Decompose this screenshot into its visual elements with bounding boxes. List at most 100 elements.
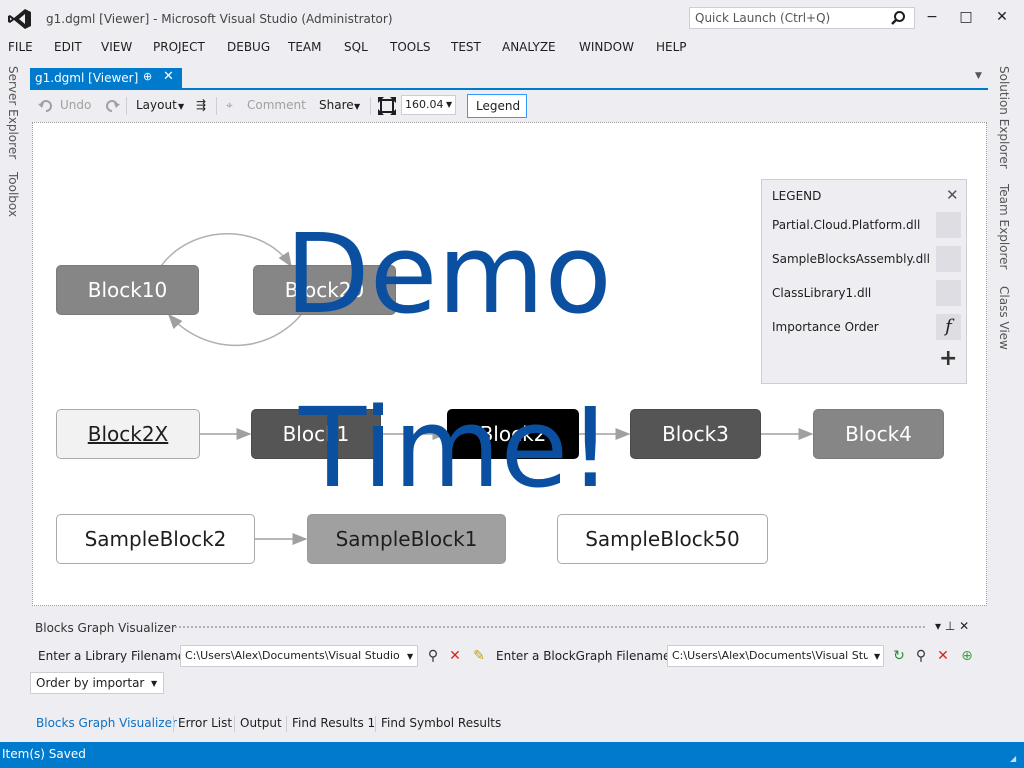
- legend-swatch[interactable]: [936, 246, 961, 272]
- tool-window-grip[interactable]: [175, 626, 925, 630]
- zoom-dropdown-icon[interactable]: ▼: [446, 100, 452, 109]
- status-text: Item(s) Saved: [2, 747, 86, 761]
- tool-window-title: Blocks Graph Visualizer: [35, 621, 176, 635]
- menu-bar: FILE EDIT VIEW PROJECT DEBUG TEAM SQL TO…: [0, 36, 1024, 60]
- title-bar: g1.dgml [Viewer] - Microsoft Visual Stud…: [0, 0, 1024, 36]
- legend-item[interactable]: ClassLibrary1.dll: [772, 286, 871, 300]
- order-by-value: Order by importar: [36, 676, 145, 690]
- share-button[interactable]: Share: [319, 98, 354, 112]
- resize-grip-icon[interactable]: ◢: [1010, 754, 1016, 763]
- tab-error-list[interactable]: Error List: [178, 712, 232, 734]
- menu-team[interactable]: TEAM: [288, 40, 321, 54]
- add-legend-item-icon[interactable]: +: [939, 346, 957, 371]
- tab-server-explorer[interactable]: Server Explorer: [6, 66, 20, 159]
- blocks-graph-visualizer-window: Blocks Graph Visualizer ▾ ⊥ ✕ Enter a Li…: [30, 608, 988, 740]
- legend-title: LEGEND: [772, 189, 822, 203]
- menu-edit[interactable]: EDIT: [54, 40, 82, 54]
- tool-window-controls[interactable]: ▾ ⊥ ✕: [935, 619, 969, 633]
- refresh-graph-icon[interactable]: ↻: [890, 647, 908, 665]
- library-filename-input[interactable]: C:\Users\Alex\Documents\Visual Studio ▼: [180, 645, 418, 667]
- zoom-value: 160.04: [405, 98, 444, 111]
- close-tab-icon[interactable]: ✕: [163, 69, 174, 84]
- library-filename-value: C:\Users\Alex\Documents\Visual Studio: [185, 649, 400, 662]
- legend-close-icon[interactable]: ✕: [946, 186, 959, 204]
- minimize-button[interactable]: −: [922, 8, 942, 26]
- order-by-select[interactable]: Order by importar ▼: [30, 672, 164, 694]
- graph-node-sampleblock2[interactable]: SampleBlock2: [56, 514, 255, 564]
- blockgraph-filename-label: Enter a BlockGraph Filename: [496, 649, 671, 663]
- graph-node-block10[interactable]: Block10: [56, 265, 199, 315]
- layout-button[interactable]: Layout: [136, 98, 177, 112]
- toolbar-separator: [216, 97, 217, 115]
- legend-item[interactable]: Importance Order: [772, 320, 879, 334]
- remove-library-icon[interactable]: ✕: [446, 647, 464, 665]
- tab-blocks-graph-visualizer[interactable]: Blocks Graph Visualizer: [36, 712, 177, 734]
- add-blockgraph-icon[interactable]: ⊕: [958, 647, 976, 665]
- layout-options-icon[interactable]: ⇶: [196, 98, 206, 112]
- tab-class-view[interactable]: Class View: [997, 286, 1011, 350]
- find-library-icon[interactable]: ⚲: [424, 647, 442, 665]
- tab-find-results-1[interactable]: Find Results 1: [292, 712, 375, 734]
- graph-node-block20[interactable]: Block20: [253, 265, 396, 315]
- blockgraph-filename-value: C:\Users\Alex\Documents\Visual Studio: [672, 649, 868, 662]
- close-window-button[interactable]: ✕: [992, 8, 1012, 26]
- undo-icon[interactable]: [38, 98, 54, 114]
- menu-analyze[interactable]: ANALYZE: [502, 40, 556, 54]
- graph-node-sampleblock50[interactable]: SampleBlock50: [557, 514, 768, 564]
- graph-node-sampleblock1[interactable]: SampleBlock1: [307, 514, 506, 564]
- tab-find-symbol-results[interactable]: Find Symbol Results: [381, 712, 501, 734]
- library-dropdown-icon[interactable]: ▼: [407, 652, 413, 661]
- comment-button[interactable]: Comment: [247, 98, 306, 112]
- legend-swatch[interactable]: [936, 212, 961, 238]
- legend-item[interactable]: SampleBlocksAssembly.dll: [772, 252, 930, 266]
- menu-help[interactable]: HELP: [656, 40, 687, 54]
- blockgraph-dropdown-icon[interactable]: ▼: [874, 652, 880, 661]
- maximize-button[interactable]: □: [956, 8, 976, 26]
- menu-window[interactable]: WINDOW: [579, 40, 634, 54]
- redo-icon[interactable]: [104, 98, 120, 114]
- share-dropdown-icon[interactable]: ▼: [354, 102, 360, 111]
- tab-toolbox[interactable]: Toolbox: [6, 172, 20, 217]
- document-tab-label: g1.dgml [Viewer]: [35, 71, 139, 85]
- remove-blockgraph-icon[interactable]: ✕: [934, 647, 952, 665]
- menu-view[interactable]: VIEW: [101, 40, 132, 54]
- menu-tools[interactable]: TOOLS: [390, 40, 431, 54]
- toolbar-separator: [126, 97, 127, 115]
- search-icon[interactable]: [890, 10, 906, 26]
- menu-test[interactable]: TEST: [451, 40, 481, 54]
- graph-node-block2x[interactable]: Block2X: [56, 409, 200, 459]
- legend-swatch[interactable]: [936, 280, 961, 306]
- legend-item[interactable]: Partial.Cloud.Platform.dll: [772, 218, 920, 232]
- graph-canvas[interactable]: Block10 Block20 Block2X Block1 Block2 Bl…: [32, 122, 987, 606]
- tab-list-dropdown-icon[interactable]: ▼: [975, 71, 982, 81]
- layout-dropdown-icon[interactable]: ▼: [178, 102, 184, 111]
- window-title: g1.dgml [Viewer] - Microsoft Visual Stud…: [46, 12, 393, 26]
- clear-library-icon[interactable]: ✎: [470, 647, 488, 665]
- quick-launch-input[interactable]: Quick Launch (Ctrl+Q): [689, 7, 915, 29]
- graph-node-block3[interactable]: Block3: [630, 409, 761, 459]
- graph-node-block1[interactable]: Block1: [251, 409, 381, 459]
- zoom-to-fit-icon[interactable]: [378, 97, 396, 115]
- legend-button[interactable]: Legend: [467, 94, 527, 118]
- comment-icon[interactable]: ⌖: [226, 98, 233, 113]
- tab-separator: [286, 716, 287, 732]
- tab-solution-explorer[interactable]: Solution Explorer: [997, 66, 1011, 169]
- pin-icon[interactable]: ⊕: [143, 70, 152, 83]
- tab-team-explorer[interactable]: Team Explorer: [997, 184, 1011, 270]
- function-icon[interactable]: f: [936, 314, 961, 340]
- visual-studio-logo-icon: [8, 9, 31, 29]
- document-tab[interactable]: g1.dgml [Viewer] ⊕ ✕: [30, 68, 182, 88]
- order-dropdown-icon[interactable]: ▼: [151, 679, 157, 688]
- graph-node-block4[interactable]: Block4: [813, 409, 944, 459]
- tab-output[interactable]: Output: [240, 712, 282, 734]
- tab-separator: [375, 716, 376, 732]
- menu-debug[interactable]: DEBUG: [227, 40, 270, 54]
- menu-project[interactable]: PROJECT: [153, 40, 205, 54]
- undo-button[interactable]: Undo: [60, 98, 91, 112]
- menu-file[interactable]: FILE: [8, 40, 33, 54]
- zoom-combo[interactable]: 160.04 ▼: [401, 95, 456, 115]
- graph-node-block2[interactable]: Block2: [447, 409, 579, 459]
- find-blockgraph-icon[interactable]: ⚲: [912, 647, 930, 665]
- menu-sql[interactable]: SQL: [344, 40, 368, 54]
- blockgraph-filename-input[interactable]: C:\Users\Alex\Documents\Visual Studio ▼: [667, 645, 884, 667]
